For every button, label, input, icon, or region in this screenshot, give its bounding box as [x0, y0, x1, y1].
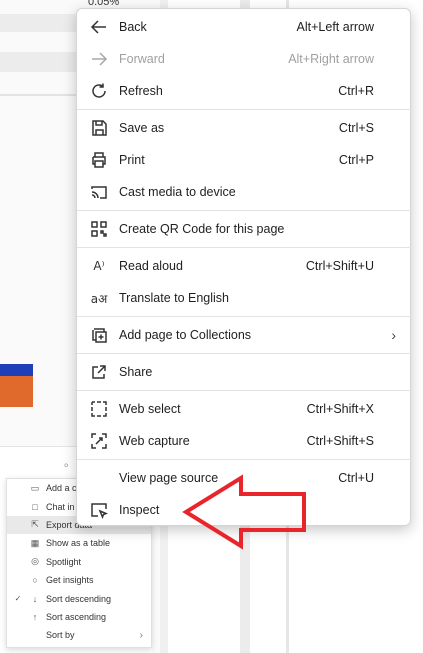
menu-item-view-page-source[interactable]: View page source Ctrl+U: [77, 463, 412, 493]
menu-item-shortcut: Ctrl+Shift+U: [305, 259, 374, 273]
mini-menu-label: Sort by: [46, 630, 75, 641]
chat-icon: □: [32, 501, 38, 512]
browser-context-menu: Back Alt+Left arrow Forward Alt+Right ar…: [76, 8, 412, 526]
table-icon: ▦: [30, 537, 40, 548]
refresh-icon: [89, 81, 109, 101]
menu-item-shortcut: Alt+Left arrow: [296, 20, 374, 34]
menu-item-forward[interactable]: Forward Alt+Right arrow: [77, 44, 412, 74]
qr-code-icon: [89, 219, 109, 239]
menu-item-read-aloud[interactable]: A⁾ Read aloud Ctrl+Shift+U: [77, 251, 412, 281]
menu-separator: [77, 109, 412, 110]
menu-item-label: Forward: [119, 52, 165, 66]
menu-separator: [77, 316, 412, 317]
menu-item-shortcut: Ctrl+U: [338, 471, 374, 485]
web-capture-icon: [89, 431, 109, 451]
mini-menu-label: Chat in: [46, 501, 75, 512]
menu-item-shortcut: Ctrl+Shift+S: [306, 434, 374, 448]
menu-item-label: Web capture: [119, 434, 190, 448]
menu-item-shortcut: Ctrl+Shift+X: [306, 402, 374, 416]
mini-menu-item-get-insights[interactable]: ○ Get insights: [7, 571, 151, 589]
menu-item-label: Inspect: [119, 503, 160, 517]
cast-icon: [89, 182, 109, 202]
menu-item-add-to-collections[interactable]: Add page to Collections ›: [77, 320, 412, 350]
checkmark-icon: ✓: [14, 594, 22, 604]
background-row: [0, 14, 76, 32]
web-select-icon: [89, 399, 109, 419]
menu-item-label: Save as: [119, 121, 165, 135]
menu-item-label: Cast media to device: [119, 185, 236, 199]
sort-ascending-icon: ↑: [32, 611, 38, 622]
menu-item-label: Add page to Collections: [119, 328, 252, 342]
menu-separator: [77, 210, 412, 211]
menu-separator: [77, 247, 412, 248]
chevron-right-icon: ›: [391, 327, 396, 343]
menu-item-label: Translate to English: [119, 291, 230, 305]
mini-menu-label: Spotlight: [46, 556, 82, 567]
menu-item-refresh[interactable]: Refresh Ctrl+R: [77, 76, 412, 106]
chart-bar-orange: [0, 376, 33, 407]
inspect-icon: [89, 500, 109, 520]
menu-item-print[interactable]: Print Ctrl+P: [77, 145, 412, 175]
forward-arrow-icon: [89, 49, 109, 69]
mini-menu-item-sort-descending[interactable]: ✓ ↓ Sort descending: [7, 589, 151, 607]
menu-item-cast[interactable]: Cast media to device: [77, 177, 412, 207]
menu-item-label: Refresh: [119, 84, 163, 98]
menu-item-label: Print: [119, 153, 145, 167]
menu-item-label: Read aloud: [119, 259, 183, 273]
mini-menu-label: Sort descending: [46, 593, 112, 604]
menu-item-save-as[interactable]: Save as Ctrl+S: [77, 113, 412, 143]
mini-menu-label: Sort ascending: [46, 611, 107, 622]
collections-icon: [89, 325, 109, 345]
read-aloud-icon: A⁾: [93, 259, 105, 273]
chart-bar-blue: [0, 364, 33, 376]
translate-icon: aअ: [90, 291, 108, 306]
menu-item-shortcut: Alt+Right arrow: [288, 52, 374, 66]
mini-menu-item-sort-ascending[interactable]: ↑ Sort ascending: [7, 608, 151, 626]
menu-separator: [77, 390, 412, 391]
menu-item-label: Create QR Code for this page: [119, 222, 285, 236]
back-arrow-icon: [89, 17, 109, 37]
mini-menu-label: Show as a table: [46, 538, 111, 549]
menu-item-inspect[interactable]: Inspect: [77, 495, 412, 525]
background-value-label: 0.05%: [88, 0, 120, 8]
menu-item-shortcut: Ctrl+S: [338, 121, 374, 135]
menu-item-label: Web select: [119, 402, 181, 416]
save-icon: [89, 118, 109, 138]
background-row: [0, 52, 76, 72]
menu-item-web-capture[interactable]: Web capture Ctrl+Shift+S: [77, 426, 412, 456]
pin-icon[interactable]: ⚬: [62, 461, 70, 472]
chevron-right-icon: ›: [139, 629, 143, 641]
menu-item-shortcut: Ctrl+P: [338, 153, 374, 167]
comment-add-icon: ▭: [30, 482, 40, 493]
lightbulb-icon: ○: [32, 575, 38, 586]
menu-item-create-qr-code[interactable]: Create QR Code for this page: [77, 214, 412, 244]
background-divider: [0, 94, 76, 96]
menu-separator: [77, 459, 412, 460]
menu-item-label: Share: [119, 365, 153, 379]
menu-item-translate[interactable]: aअ Translate to English: [77, 283, 412, 313]
mini-menu-label: Get insights: [46, 575, 94, 586]
menu-item-shortcut: Ctrl+R: [338, 84, 374, 98]
menu-item-back[interactable]: Back Alt+Left arrow: [77, 12, 412, 42]
share-icon: [89, 362, 109, 382]
mini-menu-item-sort-by[interactable]: Sort by ›: [7, 626, 151, 644]
printer-icon: [89, 150, 109, 170]
spotlight-icon: ◎: [31, 556, 39, 567]
mini-menu-label: Add a c: [46, 483, 77, 494]
mini-menu-item-spotlight[interactable]: ◎ Spotlight: [7, 553, 151, 571]
menu-item-label: View page source: [119, 471, 219, 485]
sort-descending-icon: ↓: [32, 593, 38, 604]
menu-separator: [77, 353, 412, 354]
menu-item-label: Back: [119, 20, 147, 34]
mini-menu-item-show-as-table[interactable]: ▦ Show as a table: [7, 534, 151, 552]
menu-item-web-select[interactable]: Web select Ctrl+Shift+X: [77, 394, 412, 424]
export-icon: ⇱: [31, 519, 39, 530]
menu-item-share[interactable]: Share: [77, 357, 412, 387]
